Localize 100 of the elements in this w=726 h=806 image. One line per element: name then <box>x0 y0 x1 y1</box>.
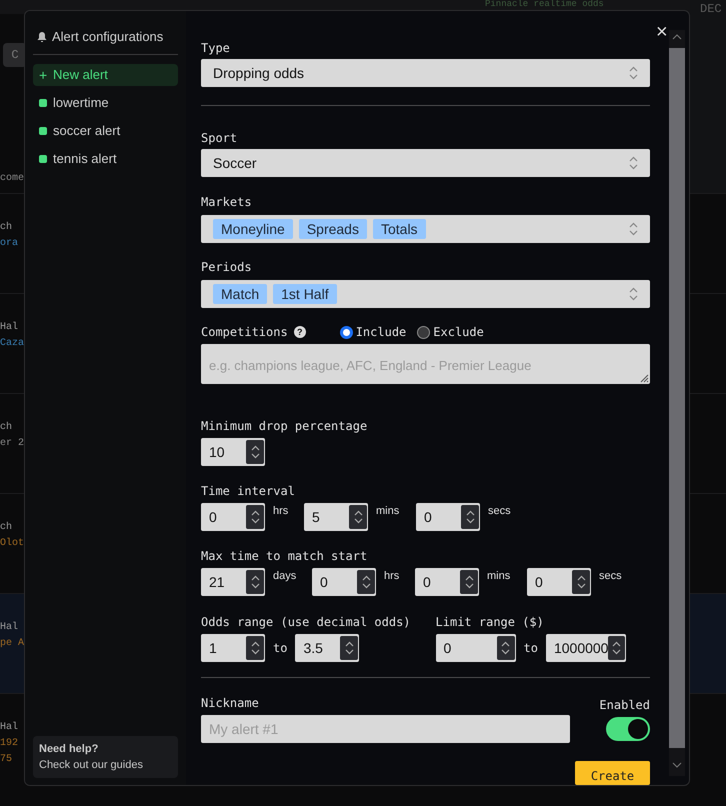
spinner-button[interactable] <box>460 570 478 594</box>
sidebar-item[interactable]: tennis alert <box>33 148 178 170</box>
number-field[interactable]: 3.5 <box>295 634 360 662</box>
tag[interactable]: Spreads <box>298 219 367 239</box>
row-text: Hal <box>0 720 18 735</box>
unit-label: mins <box>487 569 512 582</box>
chevrons-icon <box>250 444 260 460</box>
tag[interactable]: Match <box>213 284 268 304</box>
field-label: Max time to match start <box>201 548 368 564</box>
spinner-button[interactable] <box>608 636 625 660</box>
chevrons-icon <box>629 66 638 80</box>
field-label: Odds range (use decimal odds) <box>201 614 411 630</box>
spinner-button[interactable] <box>246 570 264 594</box>
number-field[interactable]: 10 <box>201 438 265 466</box>
spinner-button[interactable] <box>349 505 367 529</box>
sidebar-item[interactable]: + New alert <box>33 64 178 86</box>
chevrons-icon <box>576 574 586 590</box>
chevrons-icon <box>466 509 474 525</box>
sidebar-item[interactable]: lowertime <box>33 92 178 114</box>
spinner-button[interactable] <box>357 570 375 594</box>
unit-label: secs <box>488 504 512 517</box>
row-text: Caza <box>0 337 24 351</box>
spinner-button[interactable] <box>246 440 264 464</box>
chevrons-icon <box>362 574 370 590</box>
chevrons-icon <box>464 574 474 590</box>
radio-option[interactable]: Include <box>340 324 406 340</box>
row-text: er 2 <box>0 437 24 451</box>
row-text: Olot <box>0 536 24 551</box>
row-text: ch <box>0 220 12 235</box>
create-button[interactable]: Create <box>575 761 650 785</box>
chevrons-icon <box>344 640 354 656</box>
number-field[interactable]: 0 <box>436 634 516 662</box>
field-label: Time interval <box>201 483 296 499</box>
number-field[interactable]: 0 <box>312 568 376 596</box>
unit-label: hrs <box>384 569 400 582</box>
row-text: ch <box>0 520 12 535</box>
field-label: Sport <box>201 130 238 146</box>
spinner-button[interactable] <box>246 636 264 660</box>
tag[interactable]: Totals <box>372 219 426 239</box>
close-button[interactable]: × <box>656 24 668 40</box>
periods-select[interactable]: Match 1st Half <box>201 280 650 308</box>
separator-text: to <box>272 640 288 657</box>
number-field[interactable]: 21 <box>201 568 265 596</box>
help-title: Need help? <box>39 742 100 757</box>
row-text: ch <box>0 420 12 435</box>
number-field[interactable]: 1000000 <box>546 634 626 662</box>
spinner-button[interactable] <box>461 505 479 529</box>
number-field[interactable]: 0 <box>527 568 591 596</box>
sport-select[interactable]: Soccer <box>201 149 650 177</box>
resize-icon <box>640 374 649 383</box>
radio-option[interactable]: Exclude <box>417 324 484 340</box>
field-label: Limit range ($) <box>436 614 545 630</box>
sidebar-title: Alert configurations <box>52 28 164 46</box>
field-label: Type <box>201 40 231 56</box>
row-text: Hal <box>0 620 18 635</box>
chevrons-icon <box>612 640 622 656</box>
row-text: 75 <box>0 753 12 767</box>
column-heading: come <box>0 172 24 186</box>
separator-text: to <box>522 640 539 657</box>
help-icon[interactable]: ? <box>294 326 306 338</box>
field-label: Periods <box>201 259 253 275</box>
tag[interactable]: 1st Half <box>273 284 337 304</box>
tag[interactable]: Moneyline <box>213 219 293 239</box>
spinner-button[interactable] <box>496 636 515 660</box>
spinner-button[interactable] <box>340 636 358 660</box>
chevrons-icon <box>629 156 638 170</box>
field-label: Nickname <box>201 695 260 711</box>
row-text: ora <box>0 237 18 251</box>
number-field[interactable]: 0 <box>415 568 479 596</box>
bell-icon <box>37 31 47 42</box>
chevrons-icon <box>250 574 260 590</box>
unit-label: secs <box>599 569 623 582</box>
chevrons-icon <box>354 509 362 525</box>
spinner-button[interactable] <box>572 570 590 594</box>
unit-label: days <box>273 569 298 582</box>
number-field[interactable]: 5 <box>304 503 368 531</box>
unit-label: mins <box>376 504 400 517</box>
chevrons-icon <box>250 509 260 525</box>
row-text: Hal <box>0 320 18 335</box>
enabled-toggle[interactable] <box>606 717 650 741</box>
field-label: Markets <box>201 194 253 210</box>
row-text: 192 <box>0 737 18 751</box>
chevrons-icon <box>250 640 260 656</box>
number-field[interactable]: 0 <box>416 503 480 531</box>
unit-label: hrs <box>273 504 290 517</box>
spinner-button[interactable] <box>246 505 264 529</box>
markets-select[interactable]: Moneyline Spreads Totals <box>201 215 650 243</box>
number-field[interactable]: 1 <box>201 634 265 662</box>
chevrons-icon <box>501 640 510 656</box>
guides-link[interactable]: Check out our guides <box>39 757 172 773</box>
plus-icon: + <box>39 68 47 82</box>
chevrons-icon <box>629 287 638 301</box>
field-label: Competitions <box>201 324 288 340</box>
type-select[interactable]: Dropping odds <box>201 59 650 87</box>
field-label: Enabled <box>599 697 650 713</box>
chevrons-icon <box>629 222 638 236</box>
corner-label: DEC <box>700 1 722 18</box>
row-text: pe A <box>0 637 24 651</box>
sidebar-item[interactable]: soccer alert <box>33 120 178 142</box>
number-field[interactable]: 0 <box>201 503 265 531</box>
